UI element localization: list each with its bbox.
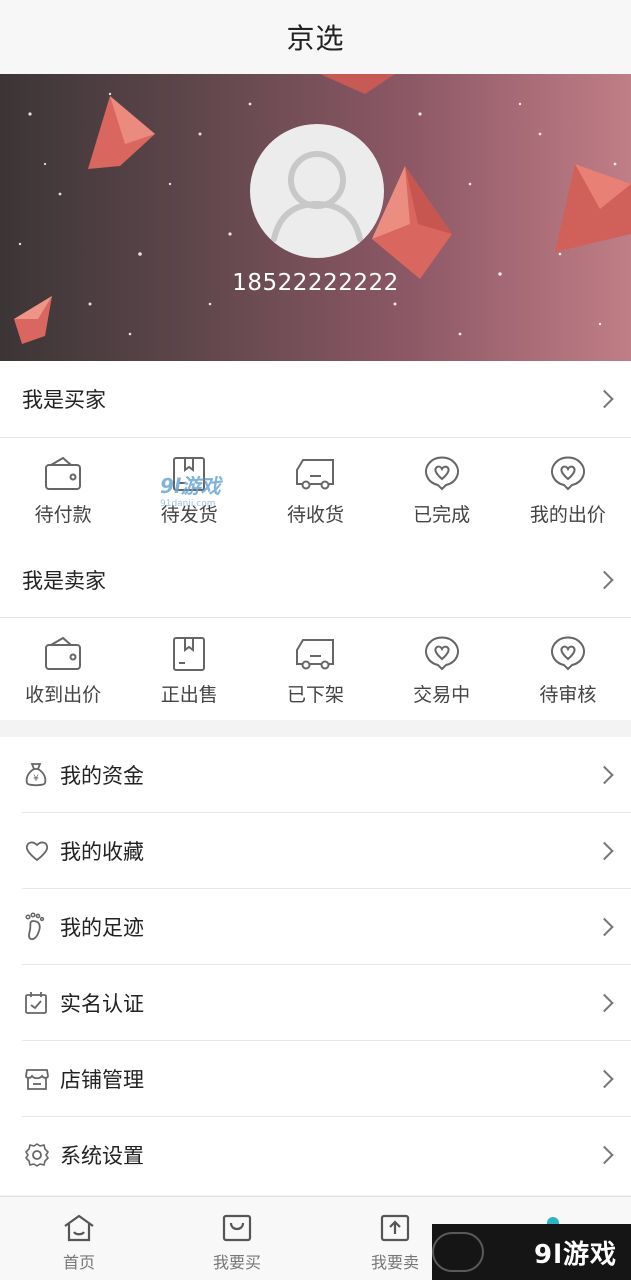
tab-label: 我要卖: [370, 1253, 419, 1272]
seller-item-label: 已下架: [286, 684, 344, 706]
chevron-right-icon: [595, 570, 614, 590]
buyer-title: 我是买家: [22, 388, 106, 412]
menu-item-footprints[interactable]: 我的足迹: [0, 889, 631, 965]
menu-label: 我的足迹: [60, 916, 144, 940]
menu-label: 系统设置: [60, 1144, 144, 1168]
bag-icon: [222, 1214, 252, 1242]
seller-item-on-sale[interactable]: 正出售: [126, 618, 252, 720]
seller-item-label: 正出售: [160, 684, 218, 706]
chevron-right-icon: [595, 1145, 614, 1165]
upload-icon: [380, 1214, 410, 1242]
buyer-header-row[interactable]: 我是买家: [0, 361, 631, 437]
watermark-text: 9l游戏: [533, 1239, 617, 1270]
chevron-right-icon: [595, 765, 614, 785]
seller-item-label: 收到出价: [25, 684, 102, 706]
seller-item-received-bids[interactable]: 收到出价: [0, 618, 126, 720]
seller-order-icons: 收到出价 正出售 已下架 交易中 待审核: [0, 618, 631, 720]
user-placeholder-icon: [271, 151, 363, 242]
watermark-overlay-sub: 91danji.com: [160, 499, 216, 509]
page-title: 京选: [286, 22, 345, 55]
buyer-item-label: 待付款: [34, 504, 92, 526]
menu-label: 我的收藏: [60, 840, 144, 864]
heart-icon: [25, 841, 49, 862]
chevron-right-icon: [595, 917, 614, 937]
wallet-icon: [45, 456, 82, 490]
seller-item-in-trade[interactable]: 交易中: [379, 618, 505, 720]
buyer-order-icons: 待付款 待发货 待收货 已完成 我的出价: [0, 438, 631, 543]
user-phone: 18522222222: [232, 270, 399, 296]
heart-chat-icon: [550, 636, 585, 671]
heart-chat-icon: [424, 636, 459, 671]
buyer-item-completed[interactable]: 已完成: [379, 438, 505, 543]
calendar-check-icon: [25, 992, 47, 1014]
menu-item-my-funds[interactable]: ¥ 我的资金: [0, 737, 631, 813]
heart-chat-icon: [550, 456, 585, 491]
buyer-item-label: 已完成: [413, 504, 471, 526]
seller-item-label: 交易中: [413, 684, 471, 706]
menu-item-real-name-verification[interactable]: 实名认证: [0, 965, 631, 1041]
store-icon: [25, 1069, 49, 1090]
gear-icon: [25, 1143, 49, 1167]
tab-home[interactable]: 首页: [0, 1197, 158, 1280]
tab-label: 我要买: [212, 1253, 261, 1272]
seller-item-pending-review[interactable]: 待审核: [505, 618, 631, 720]
menu-item-favorites[interactable]: 我的收藏: [0, 813, 631, 889]
wallet-icon: [45, 636, 82, 670]
menu-item-system-settings[interactable]: 系统设置: [0, 1117, 631, 1193]
chevron-right-icon: [595, 389, 614, 409]
buyer-item-label: 待收货: [286, 504, 344, 526]
buyer-item-pending-payment[interactable]: 待付款: [0, 438, 126, 543]
money-bag-icon: ¥: [25, 763, 47, 787]
buyer-item-pending-receipt[interactable]: 待收货: [252, 438, 378, 543]
seller-header-row[interactable]: 我是卖家: [0, 543, 631, 617]
corner-watermark: 9l游戏: [432, 1224, 631, 1280]
profile-banner: 18522222222: [0, 74, 631, 361]
chevron-right-icon: [595, 1069, 614, 1089]
svg-text:¥: ¥: [33, 774, 39, 784]
heart-chat-icon: [424, 456, 459, 491]
footprint-icon: [25, 912, 45, 941]
avatar[interactable]: [250, 124, 384, 258]
watermark-overlay-text: 9l游戏: [160, 474, 221, 498]
tab-label: 首页: [62, 1253, 95, 1272]
chevron-right-icon: [595, 993, 614, 1013]
menu-label: 店铺管理: [60, 1068, 144, 1092]
truck-icon: [296, 639, 335, 670]
top-bar: 京选: [0, 0, 631, 74]
buyer-item-my-bids[interactable]: 我的出价: [505, 438, 631, 543]
menu-item-store-management[interactable]: 店铺管理: [0, 1041, 631, 1117]
home-icon: [64, 1214, 94, 1242]
menu-label: 我的资金: [60, 764, 144, 788]
tab-buy[interactable]: 我要买: [158, 1197, 316, 1280]
buyer-item-label: 我的出价: [529, 504, 606, 526]
seller-item-delisted[interactable]: 已下架: [252, 618, 378, 720]
chevron-right-icon: [595, 841, 614, 861]
watermark-logo-icon: [432, 1232, 484, 1272]
menu-label: 实名认证: [60, 992, 144, 1016]
truck-icon: [296, 459, 335, 490]
seller-title: 我是卖家: [22, 569, 106, 593]
watermark-overlay: 9l游戏 91danji.com: [160, 470, 221, 509]
box-icon: [173, 637, 206, 671]
menu-list: ¥ 我的资金 我的收藏 我的足迹 实名认证 店铺管理 系统设置: [0, 737, 631, 1195]
seller-item-label: 待审核: [539, 684, 597, 706]
